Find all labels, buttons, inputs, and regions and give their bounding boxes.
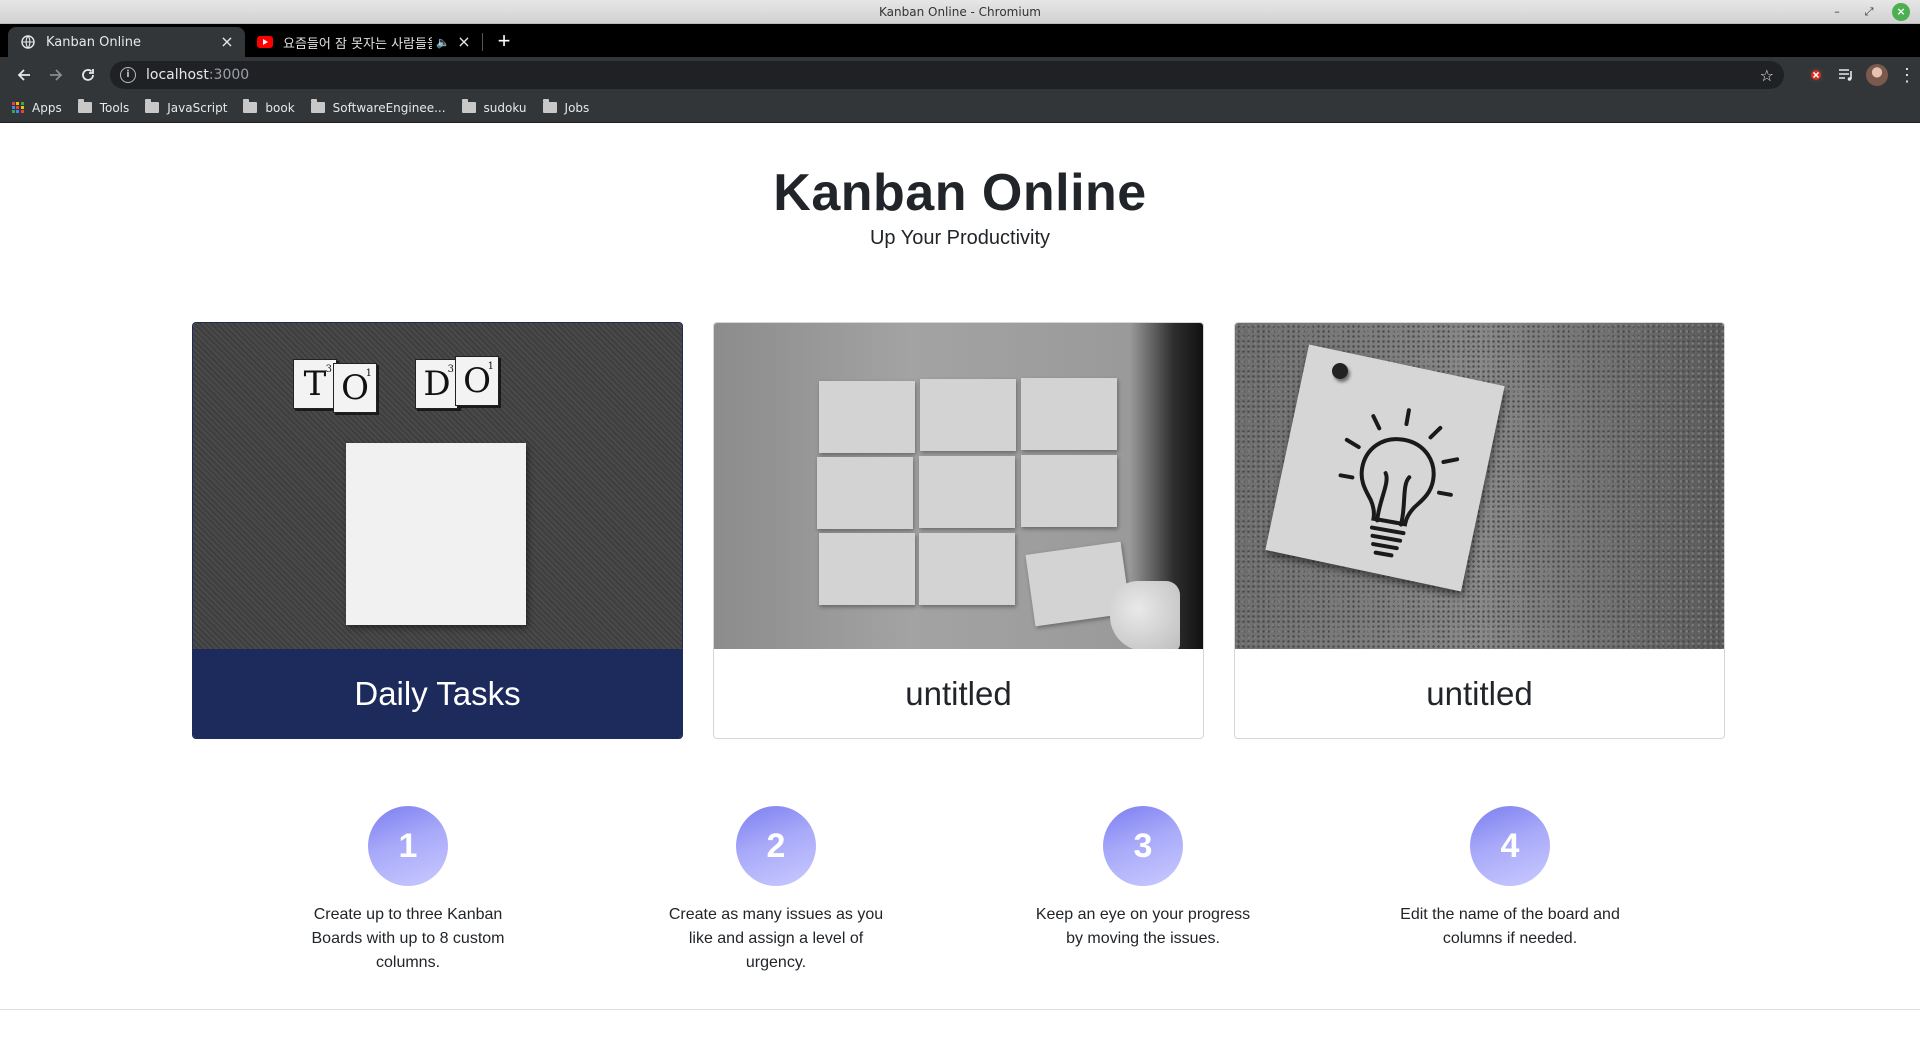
bookmark-jobs[interactable]: Jobs [542, 99, 590, 115]
blank-note [346, 443, 526, 625]
step-3: 3 Keep an eye on your progress by moving… [1033, 806, 1253, 951]
url-host: localhost [146, 67, 209, 83]
media-control-icon[interactable] [1836, 65, 1856, 85]
menu-kebab-icon[interactable]: ⋮ [1898, 65, 1916, 86]
page-subtitle: Up Your Productivity [869, 227, 1051, 249]
board-name: Daily Tasks [193, 649, 682, 738]
footer-divider [0, 1009, 1920, 1010]
sticky-notes-wall-image [714, 323, 1203, 649]
tab-youtube[interactable]: 요즘들어 잠 못자는 사람들을 🔈 × [245, 27, 482, 57]
pushpin-icon [1332, 363, 1348, 379]
close-tab-icon[interactable]: × [456, 34, 472, 50]
board-name: untitled [1426, 674, 1533, 712]
step-number-badge: 4 [1470, 806, 1550, 886]
folder-icon [145, 99, 160, 113]
board-name: untitled [905, 674, 1012, 712]
bookmark-tools[interactable]: Tools [77, 99, 130, 115]
address-bar[interactable]: i localhost:3000 ☆ [110, 61, 1784, 89]
tab-strip: Kanban Online × 요즘들어 잠 못자는 사람들을 🔈 × + [0, 24, 1920, 57]
url-port: :3000 [208, 67, 250, 83]
forward-arrow-icon [50, 69, 63, 81]
globe-icon [20, 34, 36, 50]
board-card-daily-tasks[interactable]: T3 O1 D3 O1 Daily Tasks [192, 322, 683, 739]
board-card-untitled-2[interactable]: untitled [1234, 322, 1725, 739]
hand-image [1110, 581, 1180, 649]
reload-button[interactable] [72, 59, 104, 91]
extension-blocker-icon[interactable] [1806, 65, 1826, 85]
tab-kanban-online[interactable]: Kanban Online × [8, 27, 245, 57]
apps-grid-icon [12, 101, 24, 114]
tab-separator [482, 33, 483, 51]
bookmark-label: SoftwareEnginee... [332, 100, 446, 115]
restore-icon[interactable]: ⤢ [1860, 3, 1878, 21]
todo-note-image: T3 O1 D3 O1 [193, 323, 682, 649]
close-tab-icon[interactable]: × [219, 34, 235, 50]
bookmark-javascript[interactable]: JavaScript [145, 99, 228, 115]
forward-button[interactable] [40, 59, 72, 91]
bookmark-label: book [265, 100, 295, 115]
reload-icon [82, 69, 94, 81]
bookmark-label: Apps [32, 100, 62, 115]
tab-label: Kanban Online [46, 34, 142, 50]
bookmark-label: Tools [99, 100, 130, 115]
page-content: Kanban Online Up Your Productivity T3 O1… [0, 123, 1920, 1010]
bookmark-star-icon[interactable]: ☆ [1760, 66, 1774, 85]
step-description: Keep an eye on your progress by moving t… [1035, 906, 1251, 947]
tab-label: 요즘들어 잠 못자는 사람들을 [283, 36, 433, 52]
bookmark-label: sudoku [483, 100, 527, 115]
board-card-untitled-1[interactable]: untitled [713, 322, 1204, 739]
browser-toolbar: i localhost:3000 ☆ ⋮ [0, 57, 1920, 93]
step-description: Edit the name of the board and columns i… [1400, 906, 1620, 947]
window-title: Kanban Online - Chromium [879, 5, 1041, 19]
site-info-icon[interactable]: i [120, 67, 136, 83]
minimize-icon[interactable]: – [1828, 3, 1846, 21]
bookmarks-bar: Apps Tools JavaScript book SoftwareEngin… [0, 93, 1920, 123]
folder-icon [542, 99, 557, 113]
youtube-icon [257, 34, 273, 50]
step-number-badge: 2 [736, 806, 816, 886]
page-title: Kanban Online [773, 164, 1147, 222]
back-button[interactable] [8, 59, 40, 91]
bookmark-label: JavaScript [167, 100, 228, 115]
bookmark-book[interactable]: book [243, 99, 295, 115]
speaker-icon[interactable]: 🔈 [436, 36, 450, 49]
step-2: 2 Create as many issues as you like and … [666, 806, 886, 975]
folder-icon [243, 99, 258, 113]
close-window-icon[interactable]: × [1892, 3, 1910, 21]
window-titlebar: Kanban Online - Chromium – ⤢ × [0, 0, 1920, 24]
step-description: Create as many issues as you like and as… [668, 906, 884, 971]
step-4: 4 Edit the name of the board and columns… [1400, 806, 1620, 951]
folder-icon [310, 99, 325, 113]
letter-tile: D3 [415, 359, 459, 409]
bookmark-softwareengineering[interactable]: SoftwareEnginee... [310, 99, 446, 115]
lightbulb-note-image [1235, 323, 1724, 649]
letter-tile: T3 [293, 359, 337, 409]
step-number-badge: 1 [368, 806, 448, 886]
folder-icon [461, 99, 476, 113]
letter-tile: O1 [455, 356, 499, 406]
bookmark-sudoku[interactable]: sudoku [461, 99, 527, 115]
step-1: 1 Create up to three Kanban Boards with … [298, 806, 518, 975]
board-cards: T3 O1 D3 O1 Daily Tasks untitled untitle… [192, 322, 1725, 739]
letter-tile: O1 [333, 363, 377, 413]
profile-avatar[interactable] [1866, 64, 1888, 86]
step-number-badge: 3 [1103, 806, 1183, 886]
lightbulb-icon [1338, 408, 1460, 558]
new-tab-button[interactable]: + [489, 27, 519, 57]
bookmark-label: Jobs [564, 100, 590, 115]
step-description: Create up to three Kanban Boards with up… [311, 906, 505, 971]
bookmark-apps[interactable]: Apps [12, 101, 62, 115]
back-arrow-icon [17, 69, 30, 81]
folder-icon [77, 99, 92, 113]
